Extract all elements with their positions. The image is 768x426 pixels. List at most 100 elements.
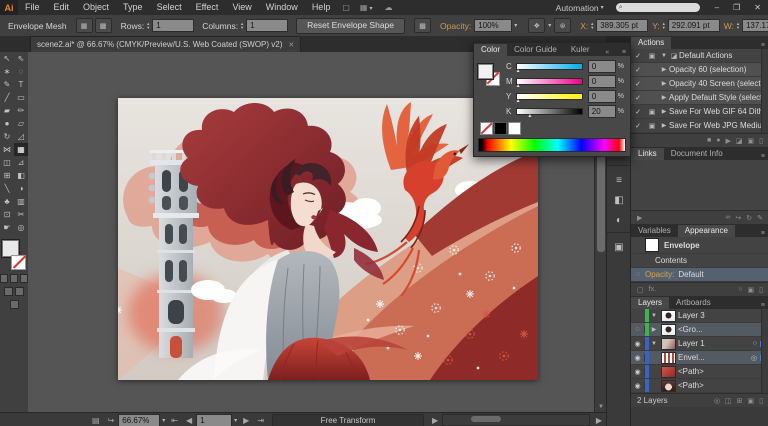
tab-appearance[interactable]: Appearance <box>678 225 735 237</box>
mesh-options-icon[interactable]: ▩ <box>414 18 431 33</box>
minimize-button[interactable]: – <box>708 0 726 15</box>
stroke-panel-icon[interactable]: ≡ <box>607 170 631 190</box>
y-input[interactable]: 292.091 pt <box>668 19 720 32</box>
edit-contents-icon[interactable]: ▩ <box>95 18 112 33</box>
opacity-input[interactable]: 100% <box>474 19 512 32</box>
zoom-caret-icon[interactable]: ▾ <box>160 417 167 424</box>
zoom-tool[interactable]: ◎ <box>14 221 28 234</box>
layers-panel-menu-icon[interactable]: ≡ <box>757 302 768 309</box>
columns-stepper[interactable]: ▲▼ <box>240 22 244 30</box>
cyan-slider[interactable]: ▲ <box>516 63 583 70</box>
type-tool[interactable]: T <box>14 78 28 91</box>
eraser-tool[interactable]: ▱ <box>14 117 28 130</box>
last-artboard-icon[interactable]: ⇥ <box>253 416 268 425</box>
yellow-value-input[interactable]: 0 <box>588 90 616 103</box>
artboard-number-input[interactable]: 1 <box>196 414 232 426</box>
direct-selection-tool[interactable]: ⇖ <box>14 52 28 65</box>
gradient-mode-button[interactable] <box>10 274 18 283</box>
new-art-maintains-icon[interactable]: ▢ <box>637 286 644 294</box>
blob-brush-tool[interactable]: ● <box>0 117 14 130</box>
layers-scrollbar[interactable] <box>761 309 768 393</box>
mesh-tool[interactable]: ⊞ <box>0 169 14 182</box>
transparency-panel-icon[interactable]: ◐ <box>607 210 631 230</box>
tab-kuler[interactable]: Kuler <box>564 44 597 56</box>
graphic-styles-panel-icon[interactable]: ▣ <box>607 237 631 257</box>
fill-stroke-control[interactable] <box>2 240 26 270</box>
layer-row[interactable]: ◉ <Path> ● <box>631 379 768 393</box>
prev-artboard-icon[interactable]: ◀ <box>182 416 196 425</box>
next-artboard-icon[interactable]: ▶ <box>239 416 253 425</box>
menu-window[interactable]: Window <box>259 0 305 15</box>
tab-artboards[interactable]: Artboards <box>669 297 718 309</box>
artboard-tool[interactable]: ⊡ <box>0 208 14 221</box>
none-swatch[interactable] <box>480 122 493 135</box>
recolor-artwork-icon[interactable]: ⊛ <box>554 18 571 33</box>
jump-icon[interactable]: ↪ <box>104 416 119 425</box>
horizontal-scroll-thumb[interactable] <box>471 416 501 422</box>
screen-mode-button[interactable] <box>10 300 19 309</box>
delete-item-icon[interactable]: ▯ <box>759 286 763 294</box>
hand-tool[interactable]: ☛ <box>0 221 14 234</box>
w-input[interactable]: 137.175 pt <box>742 19 768 32</box>
tab-color[interactable]: Color <box>474 44 507 56</box>
scroll-right-icon[interactable]: ▶ <box>592 416 606 425</box>
width-tool[interactable]: ⋈ <box>0 143 14 156</box>
menu-view[interactable]: View <box>225 0 258 15</box>
cs-live-icon[interactable]: ☁ <box>379 3 397 12</box>
tab-close-icon[interactable]: ✕ <box>288 41 294 49</box>
draw-behind-button[interactable] <box>15 287 24 296</box>
pencil-tool[interactable]: ✏ <box>14 104 28 117</box>
blend-tool[interactable]: ◑ <box>14 182 28 195</box>
symbol-sprayer-tool[interactable]: ♣ <box>0 195 14 208</box>
action-row[interactable]: ✓ ▶ Opacity 60 (selection) <box>631 63 768 77</box>
column-graph-tool[interactable]: ▥ <box>14 195 28 208</box>
add-effect-icon[interactable]: fx. <box>649 286 656 294</box>
actions-scrollbar[interactable] <box>761 49 768 133</box>
rows-stepper[interactable]: ▲▼ <box>146 22 150 30</box>
tab-color-guide[interactable]: Color Guide <box>507 44 564 56</box>
action-row[interactable]: ✓▣ ▼ ◪ Default Actions <box>631 49 768 63</box>
magenta-slider[interactable]: ▲ <box>516 78 583 85</box>
w-stepper[interactable]: ▲▼ <box>736 22 740 30</box>
search-input[interactable]: ⌕ <box>616 3 700 12</box>
reset-envelope-shape-button[interactable]: Reset Envelope Shape <box>296 18 405 34</box>
actions-panel-menu-icon[interactable]: ≡ <box>757 42 768 49</box>
document-tab[interactable]: scene2.ai* @ 66.67% (CMYK/Preview/U.S. W… <box>30 36 301 52</box>
action-row[interactable]: ✓▣ ▶ Save For Web GIF 64 Dithe... <box>631 105 768 119</box>
restore-button[interactable]: ❐ <box>726 0 747 15</box>
menu-edit[interactable]: Edit <box>47 0 77 15</box>
tab-actions[interactable]: Actions <box>631 37 671 49</box>
draw-normal-button[interactable] <box>4 287 13 296</box>
black-value-input[interactable]: 20 <box>588 105 616 118</box>
line-segment-tool[interactable]: ╱ <box>0 91 14 104</box>
yellow-slider[interactable]: ▲ <box>516 93 583 100</box>
layer-row[interactable]: ◉ <Path> ● <box>631 365 768 379</box>
color-mode-button[interactable] <box>0 274 8 283</box>
zoom-level-input[interactable]: 66.67% <box>118 414 160 426</box>
tab-layers[interactable]: Layers <box>631 297 669 309</box>
go-to-link-icon[interactable]: ↪ <box>735 214 741 222</box>
tab-variables[interactable]: Variables <box>631 225 678 237</box>
selection-tool[interactable]: ↖ <box>0 52 14 65</box>
layer-row[interactable]: ◉ Envel... ◎ <box>631 351 768 365</box>
style-caret-icon[interactable]: ▾ <box>546 22 553 29</box>
magic-wand-tool[interactable]: ∗ <box>0 65 14 78</box>
none-mode-button[interactable] <box>20 274 28 283</box>
opacity-label[interactable]: Opacity: <box>440 21 471 31</box>
shape-builder-tool[interactable]: ◫ <box>0 156 14 169</box>
black-swatch[interactable] <box>494 122 507 135</box>
update-link-icon[interactable]: ↻ <box>746 214 752 222</box>
gradient-panel-icon[interactable]: ◧ <box>607 190 631 210</box>
new-set-icon[interactable]: ◪ <box>736 137 743 145</box>
appearance-panel-menu-icon[interactable]: ≡ <box>757 230 768 237</box>
delete-action-icon[interactable]: ▯ <box>759 137 763 145</box>
slice-tool[interactable]: ✂ <box>14 208 28 221</box>
color-panel-menu-icon[interactable]: ≡ <box>618 49 630 56</box>
cyan-value-input[interactable]: 0 <box>588 60 616 73</box>
edit-original-icon[interactable]: ✎ <box>757 214 763 222</box>
columns-input[interactable]: 1 <box>246 19 288 32</box>
rows-input[interactable]: 1 <box>152 19 194 32</box>
scale-tool[interactable]: ◿ <box>14 130 28 143</box>
clipping-mask-icon[interactable]: ◫ <box>725 397 732 405</box>
menu-effect[interactable]: Effect <box>189 0 226 15</box>
